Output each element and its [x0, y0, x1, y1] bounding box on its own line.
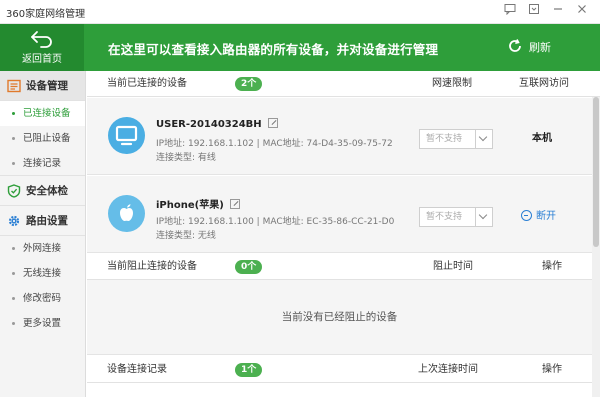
sidebar-item-blocked-devices[interactable]: 已阻止设备 [0, 126, 85, 151]
device-row: USER-20140324BH IP地址: 192.168.1.102 | MA… [87, 98, 592, 175]
col-block-time: 阻止时间 [433, 261, 473, 272]
connected-count-badge: 2个 [235, 77, 263, 91]
back-arrow-icon [31, 31, 52, 48]
sidebar-item-connection-records[interactable]: 连接记录 [0, 151, 85, 176]
bullet-icon [12, 162, 15, 165]
sidebar-item-more-settings[interactable]: 更多设置 [0, 311, 85, 336]
disconnect-button[interactable]: 断开 [521, 207, 556, 222]
col-internet-access: 互联网访问 [519, 78, 569, 89]
col-speed-limit: 网速限制 [432, 78, 472, 89]
chevron-down-icon [475, 208, 492, 226]
sidebar-item-label: 更多设置 [23, 318, 62, 329]
device-row: iPhone(苹果) IP地址: 192.168.1.100 | MAC地址: … [87, 176, 592, 253]
menu-icon[interactable] [524, 2, 544, 20]
sidebar-section-label: 安全体检 [26, 185, 68, 197]
chevron-down-icon [475, 130, 492, 148]
speed-limit-select[interactable]: 暂不支持 [419, 129, 493, 149]
sidebar-section-router-settings[interactable]: 路由设置 [0, 206, 85, 236]
main-panel: 当前已连接的设备 2个 网速限制 互联网访问 USER-20140324BH I… [87, 71, 600, 397]
connected-title: 当前已连接的设备 [107, 78, 187, 89]
refresh-button[interactable]: 刷新 [507, 38, 551, 55]
device-name: iPhone(苹果) [156, 196, 240, 211]
minus-circle-icon [521, 210, 532, 221]
bullet-icon [12, 112, 15, 115]
sidebar-item-label: 已连接设备 [23, 108, 71, 119]
bullet-icon [12, 137, 15, 140]
speed-limit-value: 暂不支持 [426, 212, 463, 222]
device-manage-icon [7, 79, 21, 93]
blocked-count-badge: 0个 [235, 260, 263, 274]
device-connection-type: 连接类型: 无线 [156, 231, 216, 241]
blocked-title: 当前阻止连接的设备 [107, 261, 197, 272]
gear-icon [8, 215, 20, 227]
back-home-label: 返回首页 [22, 54, 62, 65]
sidebar-section-security-check[interactable]: 安全体检 [0, 176, 85, 206]
device-connection-type: 连接类型: 有线 [156, 153, 216, 163]
speed-limit-select[interactable]: 暂不支持 [419, 207, 493, 227]
records-count-badge: 1个 [235, 363, 263, 377]
sidebar-item-wan[interactable]: 外网连接 [0, 236, 85, 261]
blocked-empty-message: 当前没有已经阻止的设备 [87, 280, 592, 355]
col-action: 操作 [542, 261, 562, 272]
bullet-icon [12, 322, 15, 325]
sidebar-item-change-password[interactable]: 修改密码 [0, 286, 85, 311]
sidebar-item-connected-devices[interactable]: 已连接设备 [0, 101, 85, 126]
bullet-icon [12, 272, 15, 275]
window-title: 360家庭网络管理 [6, 9, 86, 20]
back-home-button[interactable]: 返回首页 [0, 24, 84, 71]
scrollbar[interactable] [592, 97, 600, 397]
sidebar-item-wireless[interactable]: 无线连接 [0, 261, 85, 286]
records-section-header: 设备连接记录 1个 上次连接时间 操作 [87, 357, 600, 383]
device-name-text: USER-20140324BH [156, 119, 262, 130]
device-info: IP地址: 192.168.1.102 | MAC地址: 74-D4-35-09… [156, 139, 393, 149]
records-title: 设备连接记录 [107, 364, 167, 375]
close-icon[interactable] [572, 2, 592, 20]
col-action: 操作 [542, 364, 562, 375]
sidebar-section-label: 设备管理 [26, 80, 68, 92]
minimize-icon[interactable] [548, 2, 568, 20]
col-last-connect-time: 上次连接时间 [418, 364, 478, 375]
disconnect-label: 断开 [536, 211, 556, 222]
bullet-icon [12, 247, 15, 250]
sidebar: 设备管理 已连接设备 已阻止设备 连接记录 安全体检 路由设置 外网连接 无线连… [0, 71, 86, 397]
sidebar-item-label: 修改密码 [23, 293, 62, 304]
monitor-icon [108, 117, 145, 154]
sidebar-item-label: 无线连接 [23, 268, 62, 279]
scrollbar-thumb[interactable] [593, 97, 599, 247]
sidebar-item-label: 外网连接 [23, 243, 62, 254]
edit-name-icon[interactable] [229, 199, 240, 209]
shield-icon [7, 184, 21, 198]
device-name: USER-20140324BH [156, 118, 278, 130]
sidebar-item-label: 连接记录 [23, 158, 62, 169]
title-bar: 360家庭网络管理 [0, 0, 600, 24]
bullet-icon [12, 297, 15, 300]
header-banner: 返回首页 在这里可以查看接入路由器的所有设备，并对设备进行管理 刷新 [0, 24, 600, 71]
connected-section-header: 当前已连接的设备 2个 网速限制 互联网访问 [87, 71, 600, 97]
device-info: IP地址: 192.168.1.100 | MAC地址: EC-35-86-CC… [156, 217, 395, 227]
refresh-icon [509, 39, 521, 52]
edit-name-icon[interactable] [267, 118, 278, 128]
sidebar-item-label: 已阻止设备 [23, 133, 71, 144]
speed-limit-value: 暂不支持 [426, 134, 463, 144]
sidebar-section-label: 路由设置 [26, 215, 68, 227]
page-headline: 在这里可以查看接入路由器的所有设备，并对设备进行管理 [108, 42, 439, 57]
apple-icon [108, 195, 145, 232]
local-machine-label: 本机 [532, 133, 552, 144]
feedback-icon[interactable] [500, 2, 520, 20]
refresh-label: 刷新 [529, 41, 551, 54]
sidebar-section-device-manage[interactable]: 设备管理 [0, 71, 85, 101]
blocked-section-header: 当前阻止连接的设备 0个 阻止时间 操作 [87, 254, 600, 280]
device-name-text: iPhone(苹果) [156, 200, 224, 211]
